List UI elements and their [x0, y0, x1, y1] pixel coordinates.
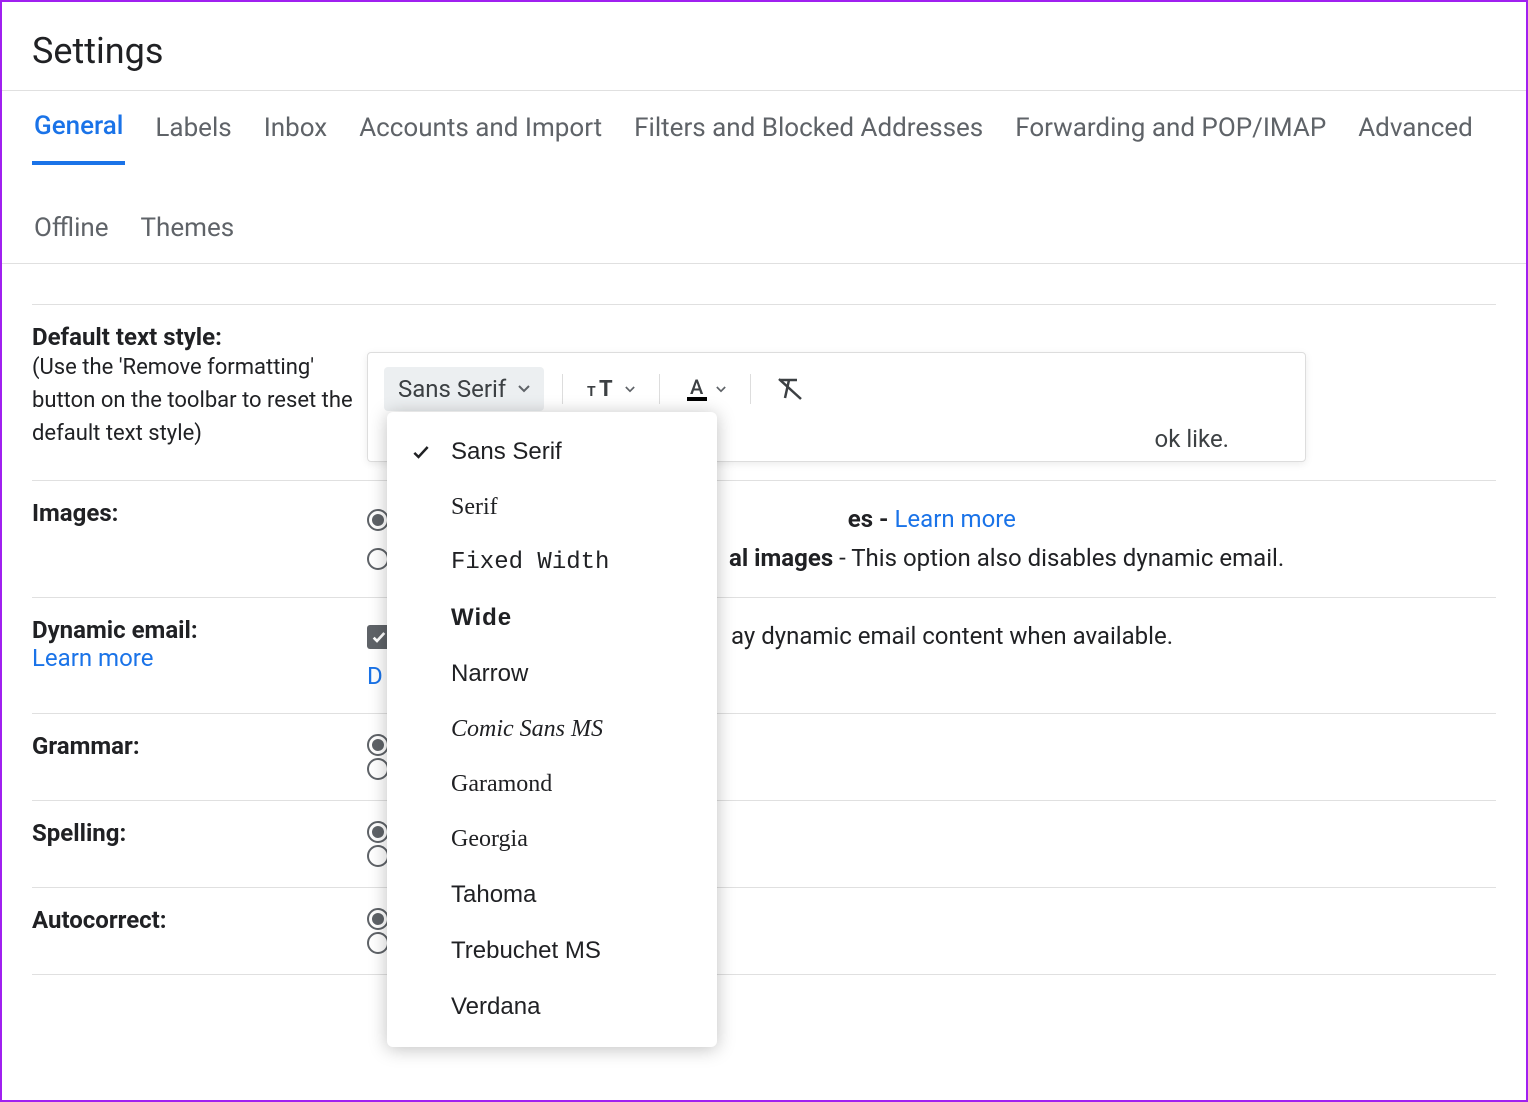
font-option-sans-serif[interactable]: Sans Serif: [387, 424, 717, 480]
dynamic-text: ay dynamic email content when available.: [731, 618, 1173, 655]
svg-text:A: A: [690, 376, 704, 399]
dynamic-email-label: Dynamic email:: [32, 616, 367, 644]
font-option-label: Trebuchet MS: [451, 937, 601, 965]
tab-forwarding-and-pop-imap[interactable]: Forwarding and POP/IMAP: [1013, 93, 1328, 163]
caret-down-icon: [625, 386, 635, 393]
font-option-georgia[interactable]: Georgia: [387, 812, 717, 867]
tab-accounts-and-import[interactable]: Accounts and Import: [357, 93, 604, 163]
font-size-button[interactable]: TT: [581, 372, 641, 406]
setting-autocorrect: Autocorrect:: [32, 888, 1496, 975]
tab-advanced[interactable]: Advanced: [1356, 93, 1475, 163]
font-option-label: Comic Sans MS: [451, 716, 603, 743]
radio-grammar-off[interactable]: [367, 758, 389, 780]
svg-text:T: T: [599, 377, 613, 402]
tab-labels[interactable]: Labels: [153, 93, 233, 163]
font-option-label: Wide: [451, 604, 512, 632]
font-family-button[interactable]: Sans Serif: [384, 367, 544, 411]
setting-images: Images: placeholder es - Learn more al i…: [32, 481, 1496, 598]
font-option-narrow[interactable]: Narrow: [387, 646, 717, 702]
font-option-comic-sans-ms[interactable]: Comic Sans MS: [387, 702, 717, 757]
font-option-label: Georgia: [451, 826, 528, 853]
tab-offline[interactable]: Offline: [32, 193, 111, 263]
spelling-label: Spelling:: [32, 819, 126, 847]
text-color-icon: A: [684, 376, 710, 402]
images-label: Images:: [32, 499, 118, 527]
radio-spelling-on[interactable]: [367, 821, 389, 843]
grammar-label: Grammar:: [32, 732, 140, 760]
radio-autocorrect-off[interactable]: [367, 932, 389, 954]
radio-images-always[interactable]: [367, 509, 389, 531]
font-option-label: Verdana: [451, 993, 540, 1021]
default-text-style-sub: (Use the 'Remove formatting' button on t…: [32, 351, 367, 450]
font-option-verdana[interactable]: Verdana: [387, 979, 717, 1035]
font-option-label: Sans Serif: [451, 438, 562, 466]
font-option-garamond[interactable]: Garamond: [387, 757, 717, 812]
font-option-fixed-width[interactable]: Fixed Width: [387, 535, 717, 590]
tab-inbox[interactable]: Inbox: [262, 93, 330, 163]
dynamic-learn-more-link[interactable]: Learn more: [32, 644, 153, 672]
setting-grammar: Grammar:: [32, 714, 1496, 801]
font-option-label: Tahoma: [451, 881, 536, 909]
images-opt1-text: es - Learn more: [848, 501, 1016, 538]
font-family-value: Sans Serif: [398, 375, 506, 403]
check-icon: [409, 442, 433, 462]
tab-general[interactable]: General: [32, 91, 125, 165]
autocorrect-label: Autocorrect:: [32, 906, 167, 934]
settings-header: Settings: [2, 2, 1526, 90]
svg-text:T: T: [587, 384, 596, 400]
text-size-icon: TT: [587, 376, 619, 402]
images-learn-more-link[interactable]: Learn more: [894, 505, 1015, 533]
radio-grammar-on[interactable]: [367, 734, 389, 756]
settings-tabs: General Labels Inbox Accounts and Import Fil…: [2, 90, 1526, 264]
tab-themes[interactable]: Themes: [139, 193, 237, 263]
default-text-style-label: Default text style:: [32, 323, 367, 351]
font-option-wide[interactable]: Wide: [387, 590, 717, 646]
dynamic-d-link[interactable]: D: [367, 662, 383, 690]
font-option-tahoma[interactable]: Tahoma: [387, 867, 717, 923]
remove-formatting-icon: [775, 375, 805, 403]
font-option-label: Garamond: [451, 771, 552, 798]
setting-dynamic-email: Dynamic email: Learn more ay dynamic ema…: [32, 598, 1496, 713]
font-family-dropdown: Sans Serif Serif Fixed Width Wide Narrow Comi…: [387, 412, 717, 1047]
setting-spelling: Spelling:: [32, 801, 1496, 888]
toolbar-divider: [659, 374, 660, 404]
caret-down-icon: [518, 385, 530, 393]
toolbar-divider: [562, 374, 563, 404]
radio-images-ask[interactable]: [367, 548, 389, 570]
radio-spelling-off[interactable]: [367, 845, 389, 867]
images-opt2-text: al images - This option also disables dy…: [729, 540, 1284, 577]
radio-autocorrect-on[interactable]: [367, 908, 389, 930]
font-option-label: Fixed Width: [451, 549, 609, 576]
text-color-button[interactable]: A: [678, 372, 732, 406]
remove-formatting-button[interactable]: [769, 371, 811, 407]
font-option-label: Serif: [451, 494, 498, 521]
font-option-trebuchet-ms[interactable]: Trebuchet MS: [387, 923, 717, 979]
page-title: Settings: [32, 30, 1496, 72]
toolbar-divider: [750, 374, 751, 404]
caret-down-icon: [716, 386, 726, 393]
font-option-serif[interactable]: Serif: [387, 480, 717, 535]
font-option-label: Narrow: [451, 660, 528, 688]
tab-filters-and-blocked-addresses[interactable]: Filters and Blocked Addresses: [632, 93, 985, 163]
